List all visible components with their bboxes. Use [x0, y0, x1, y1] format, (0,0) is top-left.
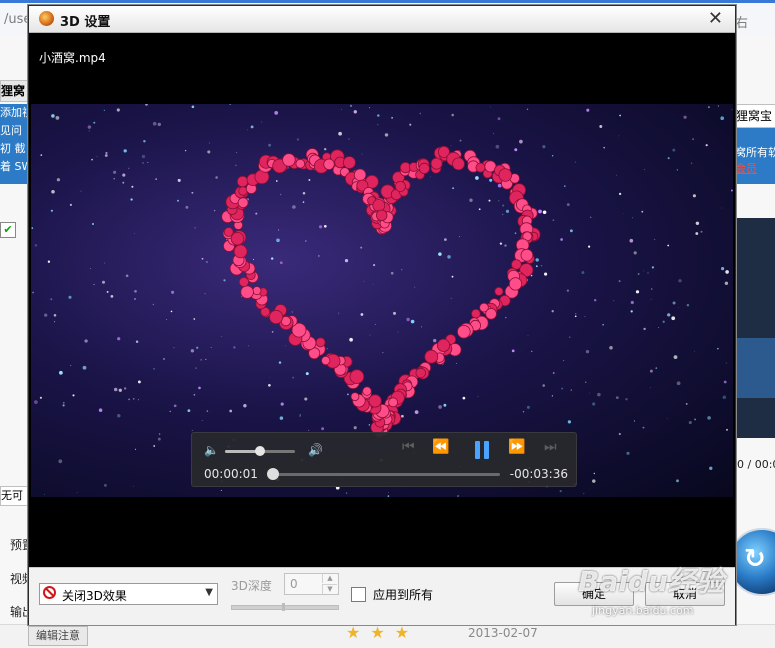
- video-filename: 小酒窝.mp4: [39, 51, 106, 65]
- background-date: 2013-02-07: [468, 626, 538, 640]
- background-left-line: 初 截: [0, 142, 26, 155]
- rating-stars: ★★★: [346, 623, 420, 642]
- background-right-fragment: 右: [735, 16, 749, 31]
- background-edit-button[interactable]: 编辑注意: [28, 626, 88, 646]
- seek-knob[interactable]: [267, 468, 280, 480]
- background-accent-strip: [0, 0, 775, 3]
- background-checkbox[interactable]: ✔: [0, 222, 16, 238]
- volume-high-icon[interactable]: 🔊: [308, 443, 323, 457]
- background-preview-image: [735, 218, 775, 438]
- fast-forward-icon[interactable]: ⏩: [508, 439, 525, 455]
- previous-icon[interactable]: ⏮: [402, 439, 415, 455]
- apply-to-all-checkbox[interactable]: [351, 587, 366, 602]
- depth-stepper[interactable]: 0 ▲ ▼: [284, 573, 339, 595]
- dialog-title: 3D 设置: [60, 15, 111, 30]
- depth-slider-thumb[interactable]: [282, 603, 285, 611]
- rewind-icon[interactable]: ⏪: [432, 439, 449, 455]
- player-controls: 🔈 🔊 ⏮ ⏪ ⏩ ⏭ 00:00:01 -00:03:36: [191, 432, 577, 487]
- background-left-line: 着 SWI: [0, 160, 28, 173]
- background-right-text: 窝所有软: [735, 146, 775, 159]
- current-time: 00:00:01: [204, 467, 258, 481]
- stepper-up-icon[interactable]: ▲: [322, 574, 337, 583]
- apply-to-all-label[interactable]: 应用到所有: [373, 586, 433, 603]
- background-left-dropdown[interactable]: 无可: [0, 486, 30, 506]
- background-left-blue-panel: 添加视 见问 初 截 着 SWI: [0, 104, 28, 184]
- background-left-tab[interactable]: 狸窝: [0, 80, 30, 102]
- 3d-effect-dropdown[interactable]: 关闭3D效果 ▼: [39, 583, 218, 605]
- background-right-blue-panel: 窝所有软 会员: [735, 128, 775, 184]
- chevron-down-icon[interactable]: ▼: [205, 587, 213, 598]
- volume-slider[interactable]: [225, 446, 295, 456]
- remaining-time: -00:03:36: [509, 467, 568, 481]
- next-icon[interactable]: ⏭: [544, 439, 557, 455]
- background-left-line: 见问: [0, 124, 22, 137]
- volume-low-icon[interactable]: 🔈: [204, 443, 219, 457]
- stepper-down-icon[interactable]: ▼: [322, 584, 337, 594]
- depth-label: 3D深度: [231, 579, 272, 593]
- prohibited-icon: [43, 586, 56, 599]
- watermark-url: jingyan.baidu.com: [592, 604, 694, 617]
- close-icon[interactable]: ✕: [708, 8, 723, 29]
- depth-value: 0: [290, 577, 298, 591]
- depth-slider[interactable]: [231, 603, 339, 611]
- pause-icon[interactable]: [474, 441, 490, 459]
- background-right-tab[interactable]: 狸窝宝: [735, 104, 775, 128]
- background-left-line: 添加视: [0, 106, 28, 119]
- watermark-brand: Baidu经验: [578, 565, 724, 598]
- volume-knob[interactable]: [255, 446, 265, 456]
- 3d-effect-value: 关闭3D效果: [62, 589, 127, 603]
- app-logo-icon: [39, 11, 54, 26]
- 3d-settings-dialog: 3D 设置 ✕ 小酒窝.mp4 🔈 🔊 ⏮ ⏪ ⏩ ⏭ 00:00:01 -00…: [28, 5, 736, 625]
- seek-slider[interactable]: [267, 468, 500, 480]
- dialog-titlebar[interactable]: 3D 设置 ✕: [29, 6, 735, 33]
- background-member-link[interactable]: 会员: [735, 160, 775, 176]
- background-time-readout: 0 / 00:0: [737, 458, 775, 471]
